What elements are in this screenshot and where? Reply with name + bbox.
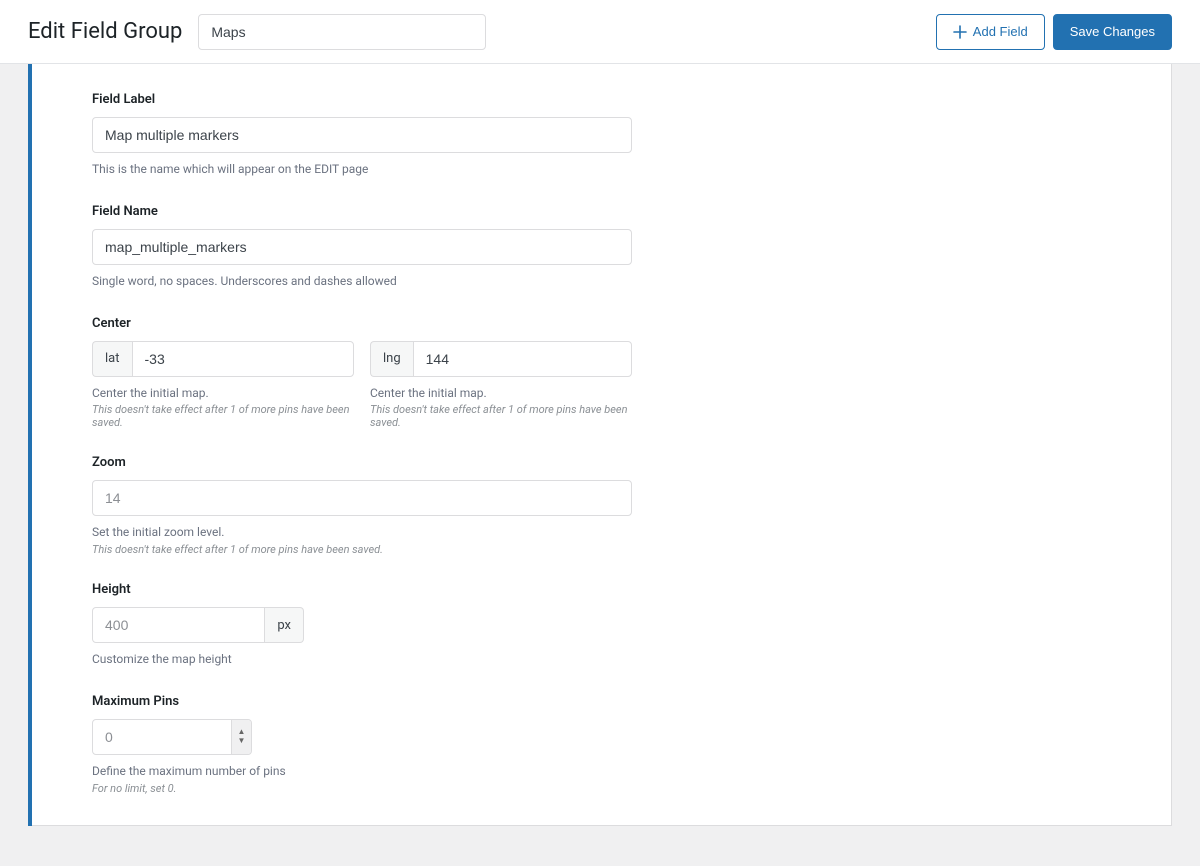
max-pins-help: Define the maximum number of pins (92, 763, 672, 780)
center-lat-input[interactable] (132, 341, 355, 377)
center-row: Center lat Center the initial map. This … (92, 316, 672, 430)
plus-icon (953, 25, 967, 39)
spinner-down-icon: ▼ (238, 737, 246, 745)
field-settings-panel: Field Label This is the name which will … (32, 64, 1172, 826)
group-name-input[interactable] (198, 14, 486, 50)
add-field-label: Add Field (973, 24, 1028, 39)
zoom-input[interactable] (92, 480, 632, 516)
px-addon: px (265, 607, 304, 643)
header-bar: Edit Field Group Add Field Save Changes (0, 0, 1200, 64)
center-lat-help2: This doesn't take effect after 1 of more… (92, 403, 354, 429)
center-heading: Center (92, 316, 672, 331)
center-lng-help2: This doesn't take effect after 1 of more… (370, 403, 632, 429)
field-label-help: This is the name which will appear on th… (92, 161, 672, 178)
height-input[interactable] (92, 607, 265, 643)
center-lng-group: lng (370, 341, 632, 377)
height-help: Customize the map height (92, 651, 672, 668)
zoom-help2: This doesn't take effect after 1 of more… (92, 543, 672, 556)
lng-addon: lng (370, 341, 413, 377)
center-lat-help: Center the initial map. (92, 385, 354, 402)
max-pins-row: Maximum Pins ▲ ▼ Define the maximum numb… (92, 694, 672, 795)
field-label-row: Field Label This is the name which will … (92, 92, 672, 178)
field-label-heading: Field Label (92, 92, 672, 107)
field-label-input[interactable] (92, 117, 632, 153)
max-pins-input[interactable] (92, 719, 252, 755)
height-row: Height px Customize the map height (92, 582, 672, 668)
field-name-row: Field Name Single word, no spaces. Under… (92, 204, 672, 290)
center-lat-group: lat (92, 341, 354, 377)
zoom-row: Zoom Set the initial zoom level. This do… (92, 455, 672, 556)
zoom-help: Set the initial zoom level. (92, 524, 672, 541)
zoom-heading: Zoom (92, 455, 672, 470)
field-name-help: Single word, no spaces. Underscores and … (92, 273, 672, 290)
height-group: px (92, 607, 304, 643)
max-pins-help2: For no limit, set 0. (92, 782, 672, 795)
save-changes-label: Save Changes (1070, 24, 1155, 39)
lat-addon: lat (92, 341, 132, 377)
max-pins-heading: Maximum Pins (92, 694, 672, 709)
add-field-button[interactable]: Add Field (936, 14, 1045, 50)
center-lng-help: Center the initial map. (370, 385, 632, 402)
number-spinner[interactable]: ▲ ▼ (231, 720, 251, 754)
center-lng-input[interactable] (413, 341, 632, 377)
spinner-up-icon: ▲ (238, 728, 246, 736)
field-name-heading: Field Name (92, 204, 672, 219)
height-heading: Height (92, 582, 672, 597)
field-name-input[interactable] (92, 229, 632, 265)
save-changes-button[interactable]: Save Changes (1053, 14, 1172, 50)
page-title: Edit Field Group (28, 19, 182, 44)
